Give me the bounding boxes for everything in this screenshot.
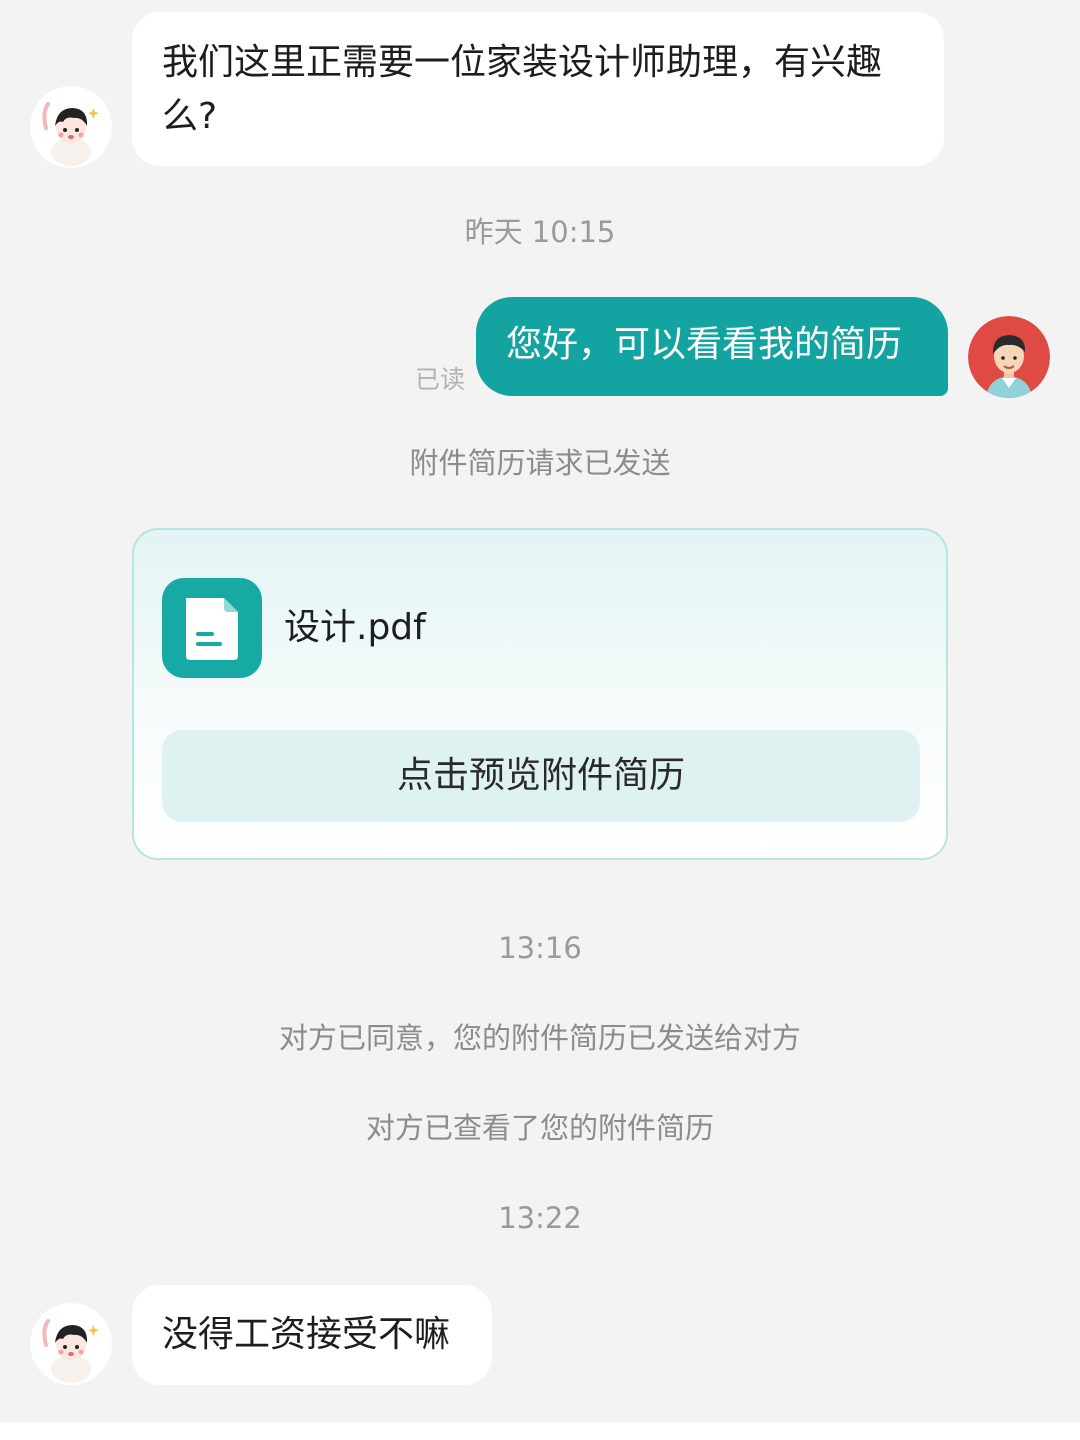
document-icon [162, 578, 262, 678]
timestamp: 13:16 [498, 931, 582, 965]
read-status: 已读 [415, 365, 466, 394]
system-message: 对方已同意，您的附件简历已发送给对方 [278, 1021, 801, 1055]
message-bubble-outgoing[interactable]: 您好，可以看看我的简历 [476, 297, 948, 396]
timestamp: 昨天 10:15 [464, 215, 616, 249]
system-message: 附件简历请求已发送 [409, 446, 671, 480]
message-text: 您好，可以看看我的简历 [506, 324, 903, 365]
message-bubble-incoming[interactable]: 我们这里正需要一位家装设计师助理，有兴趣么? [132, 12, 944, 166]
my-avatar[interactable] [968, 316, 1050, 398]
preview-resume-button[interactable]: 点击预览附件简历 [162, 730, 920, 822]
resume-attachment-card[interactable]: 设计.pdf 点击预览附件简历 [132, 528, 948, 860]
timestamp: 13:22 [498, 1201, 582, 1235]
recruiter-avatar[interactable] [30, 1303, 112, 1385]
message-text: 没得工资接受不嘛 [162, 1314, 451, 1355]
system-message: 对方已查看了您的附件简历 [365, 1111, 714, 1145]
file-name: 设计.pdf [284, 607, 426, 648]
recruiter-avatar[interactable] [30, 86, 112, 168]
message-bubble-incoming[interactable]: 没得工资接受不嘛 [132, 1285, 492, 1385]
message-text: 我们这里正需要一位家装设计师助理，有兴趣么? [162, 42, 883, 137]
chat-area: 我们这里正需要一位家装设计师助理，有兴趣么? 昨天 10:15 已读 您好，可以… [0, 0, 1080, 1440]
bottom-divider [0, 1422, 1080, 1440]
